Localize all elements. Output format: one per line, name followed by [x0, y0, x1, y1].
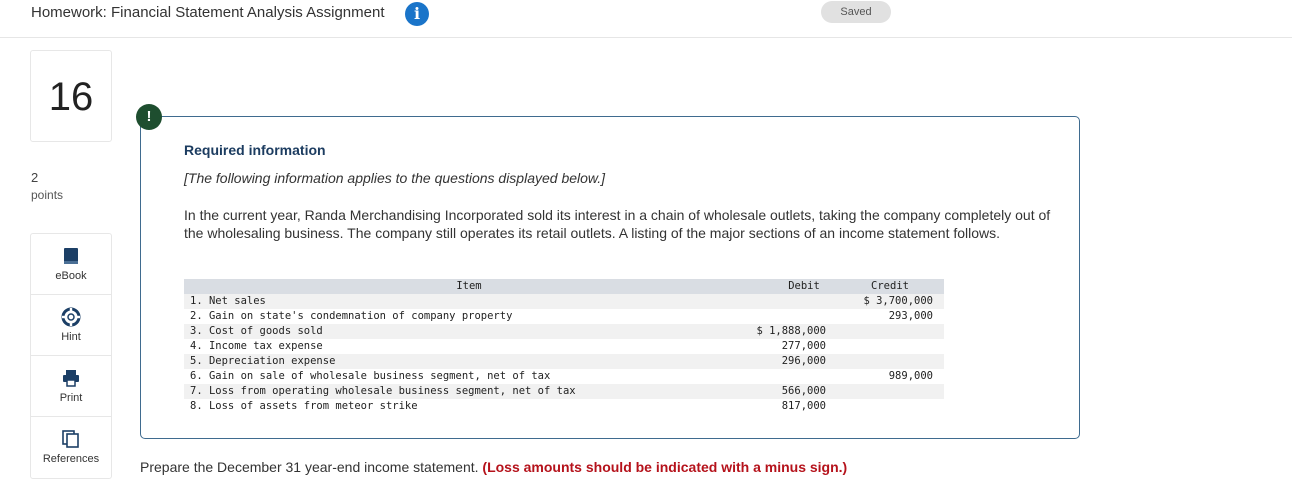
required-info-title: Required information — [184, 142, 326, 158]
documents-icon — [62, 430, 79, 448]
row-item: 5. Depreciation expense — [190, 355, 336, 367]
page-title: Homework: Financial Statement Analysis A… — [31, 4, 385, 21]
table-row: 6. Gain on sale of wholesale business se… — [184, 369, 944, 384]
question-prompt: Prepare the December 31 year-end income … — [140, 459, 847, 475]
ebook-button[interactable]: eBook — [31, 234, 111, 295]
income-statement-items-table: Item Debit Credit 1. Net sales $ 3,700,0… — [184, 279, 944, 414]
print-label: Print — [59, 392, 83, 404]
row-item: 2. Gain on state's condemnation of compa… — [190, 310, 513, 322]
table-row: 2. Gain on state's condemnation of compa… — [184, 309, 944, 324]
row-item: 7. Loss from operating wholesale busines… — [190, 385, 576, 397]
info-icon[interactable]: i — [405, 2, 429, 26]
required-info-note: [The following information applies to th… — [184, 170, 606, 186]
book-icon — [64, 248, 78, 264]
ebook-label: eBook — [55, 270, 87, 282]
references-label: References — [42, 453, 100, 465]
required-information-box: Required information [The following info… — [140, 116, 1080, 439]
required-info-paragraph: In the current year, Randa Merchandising… — [184, 207, 1051, 241]
column-header-item: Item — [456, 280, 482, 292]
table-row: 4. Income tax expense 277,000 — [184, 339, 944, 354]
row-item: 8. Loss of assets from meteor strike — [190, 400, 418, 412]
table-row: 3. Cost of goods sold $ 1,888,000 — [184, 324, 944, 339]
row-item: 4. Income tax expense — [190, 340, 323, 352]
row-debit: 566,000 — [781, 385, 826, 397]
saved-status-badge: Saved — [821, 1, 891, 23]
points-value: 2 — [31, 170, 39, 185]
row-item: 1. Net sales — [190, 295, 266, 307]
prompt-emphasis: (Loss amounts should be indicated with a… — [482, 459, 848, 475]
column-header-debit: Debit — [788, 280, 820, 292]
hint-button[interactable]: Hint — [31, 295, 111, 356]
references-button[interactable]: References — [31, 417, 111, 478]
row-credit: $ 3,700,000 — [863, 295, 933, 307]
row-debit: $ 1,888,000 — [756, 325, 826, 337]
row-debit: 817,000 — [781, 400, 826, 412]
question-number: 16 — [30, 50, 112, 142]
row-item: 3. Cost of goods sold — [190, 325, 323, 337]
row-item: 6. Gain on sale of wholesale business se… — [190, 370, 551, 382]
row-debit: 277,000 — [781, 340, 826, 352]
top-bar: Homework: Financial Statement Analysis A… — [0, 0, 1292, 38]
hint-label: Hint — [61, 331, 81, 343]
column-header-credit: Credit — [871, 280, 909, 292]
printer-icon — [63, 370, 79, 387]
lifebuoy-icon — [61, 307, 81, 327]
prompt-text: Prepare the December 31 year-end income … — [140, 459, 479, 475]
alert-badge: ! — [136, 104, 162, 130]
table-row: 1. Net sales $ 3,700,000 — [184, 294, 944, 309]
row-credit: 293,000 — [888, 310, 933, 322]
points-label: points — [31, 188, 64, 202]
table-row: 8. Loss of assets from meteor strike 817… — [184, 399, 944, 414]
row-debit: 296,000 — [781, 355, 826, 367]
table-row: 5. Depreciation expense 296,000 — [184, 354, 944, 369]
row-credit: 989,000 — [888, 370, 933, 382]
table-row: 7. Loss from operating wholesale busines… — [184, 384, 944, 399]
print-button[interactable]: Print — [31, 356, 111, 417]
tools-panel: eBook Hint Print References — [30, 233, 112, 479]
table-header-row: Item Debit Credit — [184, 279, 944, 294]
